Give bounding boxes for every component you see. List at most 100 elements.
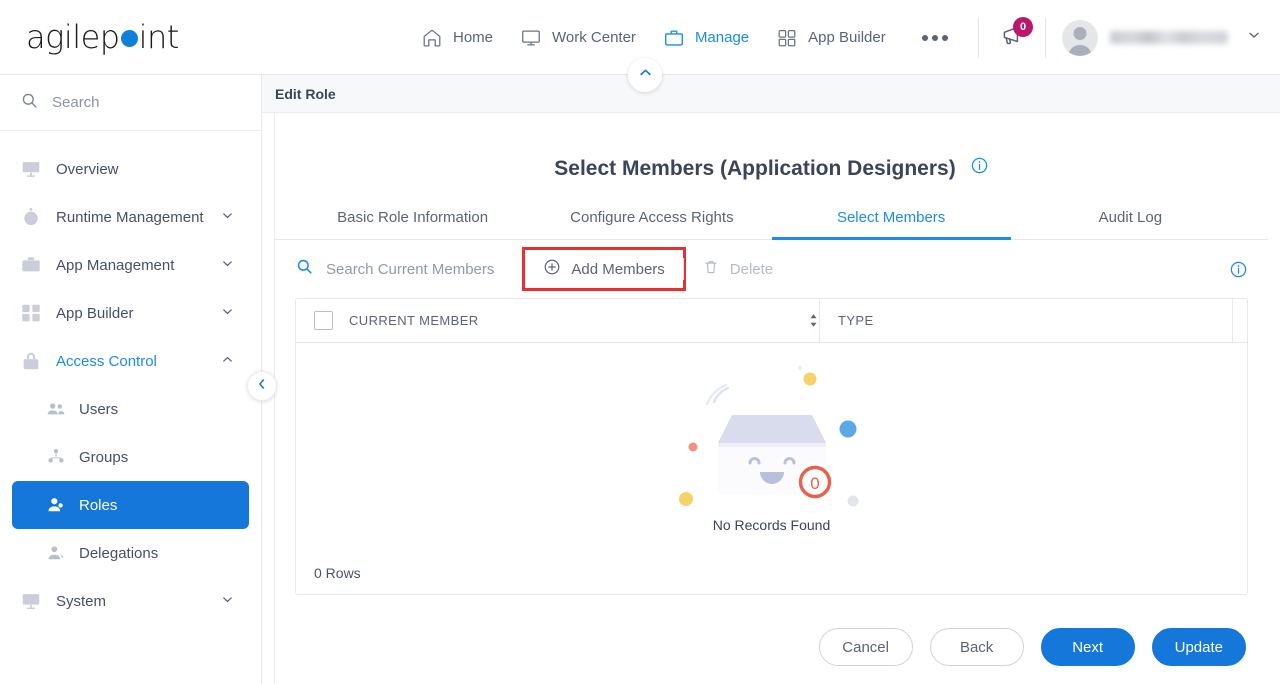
nav-item-home[interactable]: Home (420, 27, 493, 49)
column-current-member[interactable]: CURRENT MEMBER (349, 313, 819, 328)
delegation-icon (46, 543, 66, 563)
nav-label-manage: Manage (694, 29, 750, 46)
nav-item-work-center[interactable]: Work Center (519, 27, 636, 49)
role-user-icon (46, 495, 66, 515)
update-button[interactable]: Update (1151, 628, 1246, 666)
dot-3 (941, 34, 948, 41)
column-divider-end (1232, 299, 1233, 343)
logo-text-right: int (138, 18, 180, 56)
sidebar-item-roles[interactable]: Roles (12, 481, 249, 529)
column-type[interactable]: TYPE (820, 313, 874, 328)
sidebar-item-delegations[interactable]: Delegations (0, 529, 261, 577)
info-icon[interactable] (970, 156, 989, 181)
chevron-down-icon[interactable] (1246, 27, 1262, 48)
table-footer: 0 Rows (296, 552, 1247, 594)
sidebar-item-app-management[interactable]: App Management (0, 241, 261, 289)
sidebar-label-access-control: Access Control (56, 352, 157, 370)
column-label: TYPE (838, 313, 874, 328)
chevron-down-icon[interactable] (220, 256, 235, 275)
top-bar-right: 0 (962, 0, 1262, 75)
nav-label-work-center: Work Center (552, 29, 636, 46)
chevron-up-icon[interactable] (220, 352, 235, 371)
back-button[interactable]: Back (929, 628, 1024, 666)
dot-1 (921, 34, 928, 41)
agilepoint-logo[interactable]: agilep int (26, 18, 179, 56)
tab-audit-log[interactable]: Audit Log (1011, 209, 1250, 239)
row-count-label: 0 Rows (314, 565, 361, 581)
breadcrumb: Edit Role (262, 75, 1280, 113)
empty-box-illustration: 0 (672, 362, 872, 517)
announcements-button[interactable]: 0 (995, 16, 1033, 55)
chevron-down-icon[interactable] (220, 592, 235, 611)
delete-label: Delete (729, 260, 774, 278)
logo-dot-icon (120, 30, 138, 47)
tab-select-members[interactable]: Select Members (771, 209, 1012, 240)
select-all-checkbox[interactable] (314, 311, 333, 330)
briefcase-icon (20, 254, 42, 276)
sidebar: Search Overview Runtime Management App M… (0, 75, 262, 684)
tab-label: Select Members (836, 209, 946, 226)
tab-label: Configure Access Rights (570, 209, 734, 226)
button-label: Update (1174, 638, 1223, 656)
sidebar-item-groups[interactable]: Groups (0, 433, 261, 481)
divider-2 (1045, 17, 1046, 58)
search-placeholder: Search Current Members (326, 260, 495, 278)
sidebar-item-app-builder[interactable]: App Builder (0, 289, 261, 337)
search-current-members-input[interactable]: Search Current Members (295, 257, 524, 281)
grid-check-icon (20, 302, 42, 324)
collapse-header-button[interactable] (628, 58, 662, 92)
main-navigation: Home Work Center Manage App Builder (420, 0, 954, 75)
sidebar-item-overview[interactable]: Overview (0, 145, 261, 193)
sort-icon[interactable] (808, 313, 819, 328)
home-icon (420, 27, 444, 49)
sidebar-label-users: Users (79, 400, 119, 418)
breadcrumb-label: Edit Role (275, 85, 336, 102)
chevron-up-icon (638, 65, 653, 85)
add-members-label: Add Members (571, 260, 665, 278)
users-icon (46, 399, 66, 419)
table-toolbar: Search Current Members Add Members Delet… (275, 240, 1268, 298)
dot-2 (931, 34, 938, 41)
tab-label: Basic Role Information (337, 209, 489, 226)
sidebar-item-access-control[interactable]: Access Control (0, 337, 261, 385)
empty-state: 0 No Records Found (296, 343, 1247, 551)
stopwatch-icon (20, 206, 42, 228)
sidebar-label-app-management: App Management (56, 256, 175, 274)
lock-icon (20, 350, 42, 372)
form-actions: Cancel Back Next Update (818, 628, 1246, 666)
username-label (1110, 31, 1228, 44)
toolbar-info-icon[interactable] (1229, 260, 1248, 279)
briefcase-icon (662, 27, 686, 49)
chevron-down-icon[interactable] (220, 208, 235, 227)
more-options-icon[interactable] (916, 29, 954, 47)
sidebar-collapse-button[interactable] (247, 371, 277, 401)
system-monitor-icon (20, 590, 42, 612)
sidebar-label-runtime-management: Runtime Management (56, 208, 204, 226)
search-icon (295, 257, 314, 281)
table-header-row: CURRENT MEMBER TYPE (296, 298, 1247, 343)
delete-button[interactable]: Delete (684, 250, 791, 288)
next-button[interactable]: Next (1040, 628, 1135, 666)
add-members-button[interactable]: Add Members (522, 247, 686, 291)
sidebar-label-delegations: Delegations (79, 544, 159, 562)
chevron-down-icon[interactable] (220, 304, 235, 323)
nav-item-app-builder[interactable]: App Builder (775, 27, 886, 49)
sidebar-item-runtime-management[interactable]: Runtime Management (0, 193, 261, 241)
chart-monitor-icon (20, 158, 42, 180)
sidebar-item-system[interactable]: System (0, 577, 261, 625)
tab-basic-role-information[interactable]: Basic Role Information (293, 209, 532, 239)
sidebar-search[interactable]: Search (0, 75, 261, 131)
empty-message: No Records Found (712, 516, 831, 533)
cancel-button[interactable]: Cancel (818, 628, 913, 666)
nav-label-app-builder: App Builder (808, 29, 886, 46)
tab-label: Audit Log (1098, 209, 1163, 226)
tab-bar: Basic Role Information Configure Access … (275, 209, 1268, 240)
sidebar-item-users[interactable]: Users (0, 385, 261, 433)
column-label: CURRENT MEMBER (349, 313, 479, 328)
tab-configure-access-rights[interactable]: Configure Access Rights (532, 209, 771, 239)
button-label: Back (959, 638, 994, 656)
nav-item-manage[interactable]: Manage (662, 27, 749, 49)
grid-icon (775, 27, 799, 49)
avatar[interactable] (1062, 19, 1098, 56)
sidebar-nav-list: Overview Runtime Management App Manageme… (0, 131, 261, 625)
